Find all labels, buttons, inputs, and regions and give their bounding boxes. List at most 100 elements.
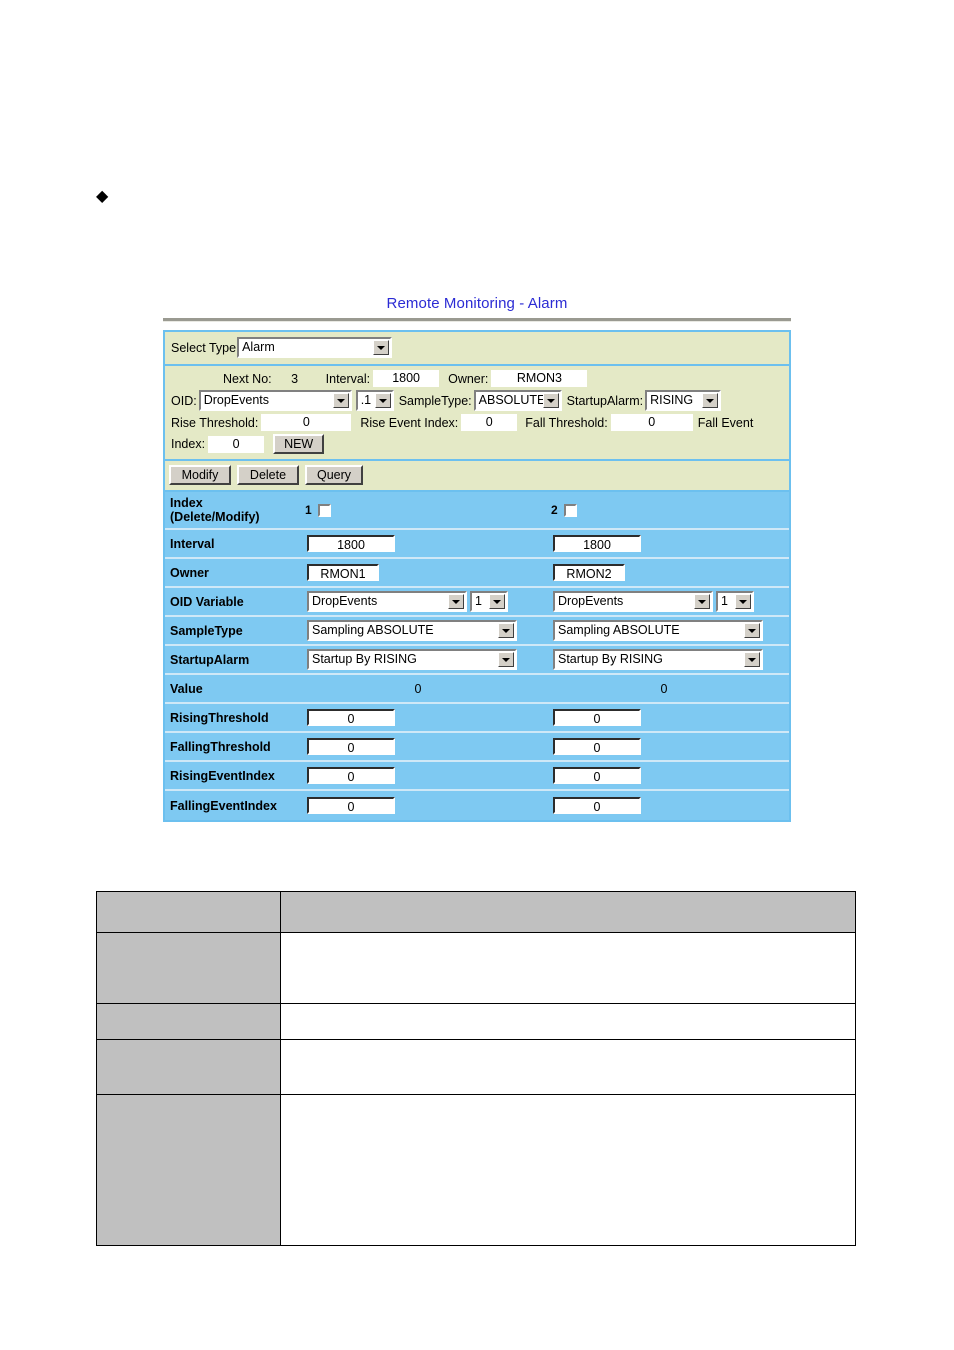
row-label: FallingThreshold: [165, 740, 295, 754]
oid-sub-dropdown[interactable]: 1: [470, 591, 508, 612]
owner-input[interactable]: RMON3: [491, 370, 588, 387]
fall-event-index-input[interactable]: 0: [208, 435, 265, 453]
value-dropdown-value: Startup By RISING: [558, 652, 663, 666]
sampletype-value: ABSOLUTE: [478, 393, 546, 407]
startupalarm-dropdown[interactable]: RISING: [645, 390, 722, 411]
term-cell: [95, 932, 282, 1004]
index-checkbox[interactable]: [317, 503, 331, 517]
select-type-row: Select Type Alarm: [171, 337, 783, 358]
new-button[interactable]: NEW: [273, 434, 325, 454]
table-row: SampleType Sampling ABSOLUTE Sampling ABSO…: [165, 617, 789, 646]
chevron-down-icon[interactable]: [332, 393, 349, 408]
startupalarm-label: StartupAlarm:: [566, 393, 644, 408]
remote-monitoring-panel: Remote Monitoring - Alarm Select Type Al…: [163, 293, 791, 822]
value-input[interactable]: 0: [553, 738, 641, 755]
oid-value: DropEvents: [203, 393, 270, 407]
table-row: [95, 1039, 856, 1095]
value-dropdown[interactable]: Sampling ABSOLUTE: [553, 620, 763, 641]
chevron-down-icon[interactable]: [489, 594, 505, 609]
select-type-dropdown[interactable]: Alarm: [237, 337, 393, 358]
chevron-down-icon[interactable]: [702, 393, 719, 408]
table-cell: Sampling ABSOLUTE: [295, 620, 541, 641]
term-cell: [95, 1003, 282, 1040]
table-cell: Sampling ABSOLUTE: [541, 620, 787, 641]
table-row: Index (Delete/Modify) 1 2: [165, 492, 789, 530]
value-input[interactable]: 1800: [553, 535, 641, 552]
value-input[interactable]: RMON1: [307, 564, 379, 581]
table-cell: 1800: [541, 535, 787, 552]
value-dropdown-value: Sampling ABSOLUTE: [312, 623, 434, 637]
oid-sub-dropdown[interactable]: .1: [355, 390, 394, 411]
definition-cell: [280, 932, 856, 1004]
oid-variable-dropdown[interactable]: DropEvents: [307, 591, 467, 612]
value-input[interactable]: 0: [307, 767, 395, 784]
value-dropdown[interactable]: Startup By RISING: [553, 649, 763, 670]
oid-variable-dropdown-value: DropEvents: [312, 594, 378, 608]
table-cell: 0: [295, 709, 541, 726]
value-input[interactable]: 1800: [307, 535, 395, 552]
chevron-down-icon[interactable]: [744, 652, 760, 667]
table-cell: 0: [541, 709, 787, 726]
value-input[interactable]: 0: [307, 738, 395, 755]
value-input[interactable]: 0: [553, 797, 641, 814]
select-type-block: Select Type Alarm: [163, 330, 791, 366]
table-cell: 0: [295, 797, 541, 814]
fall-threshold-input[interactable]: 0: [610, 414, 693, 431]
readonly-value: 0: [660, 681, 668, 696]
alarm-results-table: Index (Delete/Modify) 1 2 Interval 1800 1800 Ow…: [163, 492, 791, 822]
value-dropdown[interactable]: Startup By RISING: [307, 649, 517, 670]
table-header-row: [95, 891, 856, 933]
value-input[interactable]: 0: [553, 709, 641, 726]
oid-variable-dropdown[interactable]: DropEvents: [553, 591, 713, 612]
table-cell: Startup By RISING: [541, 649, 787, 670]
startupalarm-value: RISING: [650, 393, 694, 407]
oid-sub-value: .1: [360, 393, 372, 407]
sampletype-dropdown[interactable]: ABSOLUTE: [473, 390, 562, 411]
table-cell: RMON2: [541, 564, 787, 581]
table-cell: 0: [541, 738, 787, 755]
oid-variable-dropdown-value: DropEvents: [558, 594, 624, 608]
interval-input[interactable]: 1800: [373, 370, 440, 387]
chevron-down-icon[interactable]: [374, 393, 391, 408]
entry-row-thresholds: Rise Threshold: 0 Rise Event Index: 0 Fa…: [171, 414, 783, 431]
modify-button[interactable]: Modify: [169, 465, 231, 485]
chevron-down-icon[interactable]: [448, 594, 464, 609]
delete-button[interactable]: Delete: [237, 465, 299, 485]
row-label: FallingEventIndex: [165, 799, 295, 813]
rise-event-index-input[interactable]: 0: [461, 414, 518, 431]
table-cell: 0: [541, 767, 787, 784]
row-label-line1: Owner: [170, 565, 209, 580]
fall-event-index-label-part1: Fall Event: [697, 415, 754, 430]
value-input[interactable]: 0: [553, 767, 641, 784]
value-input[interactable]: 0: [307, 709, 395, 726]
fall-threshold-label: Fall Threshold:: [525, 415, 608, 430]
row-label: Interval: [165, 537, 295, 551]
value-dropdown-value: Sampling ABSOLUTE: [558, 623, 680, 637]
value-dropdown[interactable]: Sampling ABSOLUTE: [307, 620, 517, 641]
oid-dropdown[interactable]: DropEvents: [198, 390, 352, 411]
table-row: Value 0 0: [165, 675, 789, 704]
row-label-line1: FallingThreshold: [170, 739, 271, 754]
chevron-down-icon[interactable]: [735, 594, 751, 609]
table-cell: 1: [295, 503, 541, 517]
chevron-down-icon[interactable]: [498, 652, 514, 667]
table-row: [95, 932, 856, 1004]
action-buttons-row: Modify Delete Query: [169, 465, 783, 485]
query-button[interactable]: Query: [305, 465, 363, 485]
oid-sub-dropdown[interactable]: 1: [716, 591, 754, 612]
row-label: RisingThreshold: [165, 711, 295, 725]
select-type-label: Select Type: [171, 340, 237, 355]
select-type-value: Alarm: [242, 340, 275, 354]
chevron-down-icon[interactable]: [542, 393, 559, 408]
table-cell: 0: [295, 767, 541, 784]
next-no-label: Next No:: [223, 371, 272, 386]
index-checkbox[interactable]: [563, 503, 577, 517]
value-input[interactable]: 0: [307, 797, 395, 814]
chevron-down-icon[interactable]: [373, 340, 390, 355]
chevron-down-icon[interactable]: [694, 594, 710, 609]
chevron-down-icon[interactable]: [744, 623, 760, 638]
chevron-down-icon[interactable]: [498, 623, 514, 638]
rise-threshold-input[interactable]: 0: [261, 414, 352, 431]
value-input[interactable]: RMON2: [553, 564, 625, 581]
table-cell: 0: [541, 797, 787, 814]
